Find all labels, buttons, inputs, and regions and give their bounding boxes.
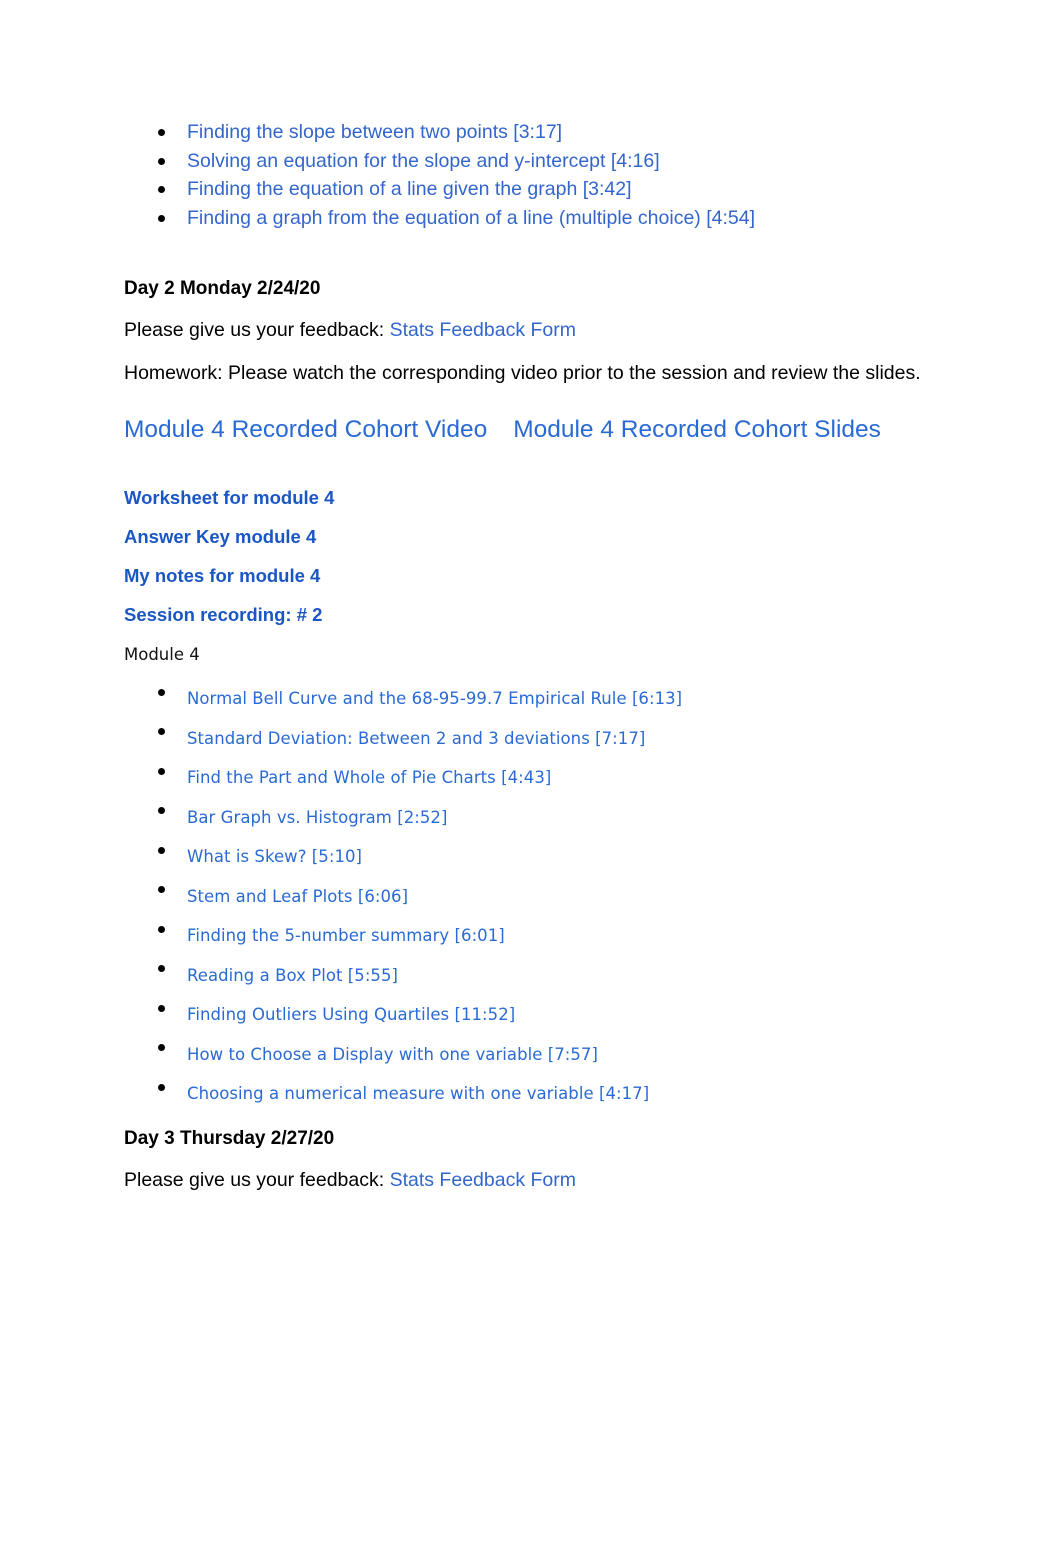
list-item[interactable]: Reading a Box Plot [5:55] <box>124 956 938 996</box>
document-page: Finding the slope between two points [3:… <box>0 0 1062 1556</box>
list-item[interactable]: Find the Part and Whole of Pie Charts [4… <box>124 758 938 798</box>
list-item[interactable]: How to Choose a Display with one variabl… <box>124 1035 938 1075</box>
video-link[interactable]: Stem and Leaf Plots [6:06] <box>187 887 408 906</box>
video-link[interactable]: Standard Deviation: Between 2 and 3 devi… <box>187 729 645 748</box>
video-link[interactable]: Reading a Box Plot [5:55] <box>187 966 398 985</box>
worksheet-module4-link[interactable]: Worksheet for module 4 <box>124 485 938 510</box>
module4-resource-heading-row: Module 4 Recorded Cohort Video Module 4 R… <box>124 413 938 447</box>
session-recording-link[interactable]: Session recording: # 2 <box>124 602 938 627</box>
list-item[interactable]: Normal Bell Curve and the 68-95-99.7 Emp… <box>124 679 938 719</box>
my-notes-module4-link[interactable]: My notes for module 4 <box>124 563 938 588</box>
top-video-list: Finding the slope between two points [3:… <box>124 118 938 232</box>
module4-recorded-cohort-video-link[interactable]: Module 4 Recorded Cohort Video <box>124 416 487 443</box>
list-item[interactable]: Finding the slope between two points [3:… <box>124 118 938 147</box>
module4-recorded-cohort-slides-link[interactable]: Module 4 Recorded Cohort Slides <box>513 416 881 443</box>
video-link[interactable]: Normal Bell Curve and the 68-95-99.7 Emp… <box>187 689 682 708</box>
list-item[interactable]: Finding the 5-number summary [6:01] <box>124 916 938 956</box>
video-link[interactable]: Finding Outliers Using Quartiles [11:52] <box>187 1005 515 1024</box>
list-item[interactable]: Finding a graph from the equation of a l… <box>124 204 938 233</box>
module4-label: Module 4 <box>124 645 200 664</box>
video-link[interactable]: How to Choose a Display with one variabl… <box>187 1045 598 1064</box>
video-link[interactable]: Solving an equation for the slope and y-… <box>187 150 660 172</box>
module4-video-list: Normal Bell Curve and the 68-95-99.7 Emp… <box>124 679 938 1114</box>
document-content: Finding the slope between two points [3:… <box>124 118 938 1194</box>
list-item[interactable]: Bar Graph vs. Histogram [2:52] <box>124 798 938 838</box>
list-item[interactable]: Finding Outliers Using Quartiles [11:52] <box>124 995 938 1035</box>
video-link[interactable]: Finding a graph from the equation of a l… <box>187 207 755 229</box>
stats-feedback-form-link[interactable]: Stats Feedback Form <box>390 1169 576 1191</box>
day2-feedback-line: Please give us your feedback: Stats Feed… <box>124 316 938 345</box>
video-link[interactable]: What is Skew? [5:10] <box>187 847 362 866</box>
list-item[interactable]: Solving an equation for the slope and y-… <box>124 147 938 176</box>
video-link[interactable]: Finding the equation of a line given the… <box>187 178 632 200</box>
day3-heading: Day 3 Thursday 2/27/20 <box>124 1127 335 1149</box>
video-link[interactable]: Bar Graph vs. Histogram [2:52] <box>187 808 447 827</box>
day2-heading: Day 2 Monday 2/24/20 <box>124 278 321 299</box>
list-item[interactable]: Stem and Leaf Plots [6:06] <box>124 877 938 917</box>
day2-homework-text: Homework: Please watch the corresponding… <box>124 361 921 384</box>
feedback-prefix-text: Please give us your feedback: <box>124 1168 390 1191</box>
stats-feedback-form-link[interactable]: Stats Feedback Form <box>390 319 576 341</box>
video-link[interactable]: Choosing a numerical measure with one va… <box>187 1084 649 1103</box>
day3-feedback-line: Please give us your feedback: Stats Feed… <box>124 1166 938 1195</box>
video-link[interactable]: Finding the slope between two points [3:… <box>187 121 562 143</box>
list-item[interactable]: Finding the equation of a line given the… <box>124 175 938 204</box>
feedback-prefix-text: Please give us your feedback: <box>124 319 390 341</box>
video-link[interactable]: Finding the 5-number summary [6:01] <box>187 926 505 945</box>
answer-key-module4-link[interactable]: Answer Key module 4 <box>124 524 938 549</box>
list-item[interactable]: Standard Deviation: Between 2 and 3 devi… <box>124 719 938 759</box>
list-item[interactable]: What is Skew? [5:10] <box>124 837 938 877</box>
video-link[interactable]: Find the Part and Whole of Pie Charts [4… <box>187 768 551 787</box>
list-item[interactable]: Choosing a numerical measure with one va… <box>124 1074 938 1114</box>
